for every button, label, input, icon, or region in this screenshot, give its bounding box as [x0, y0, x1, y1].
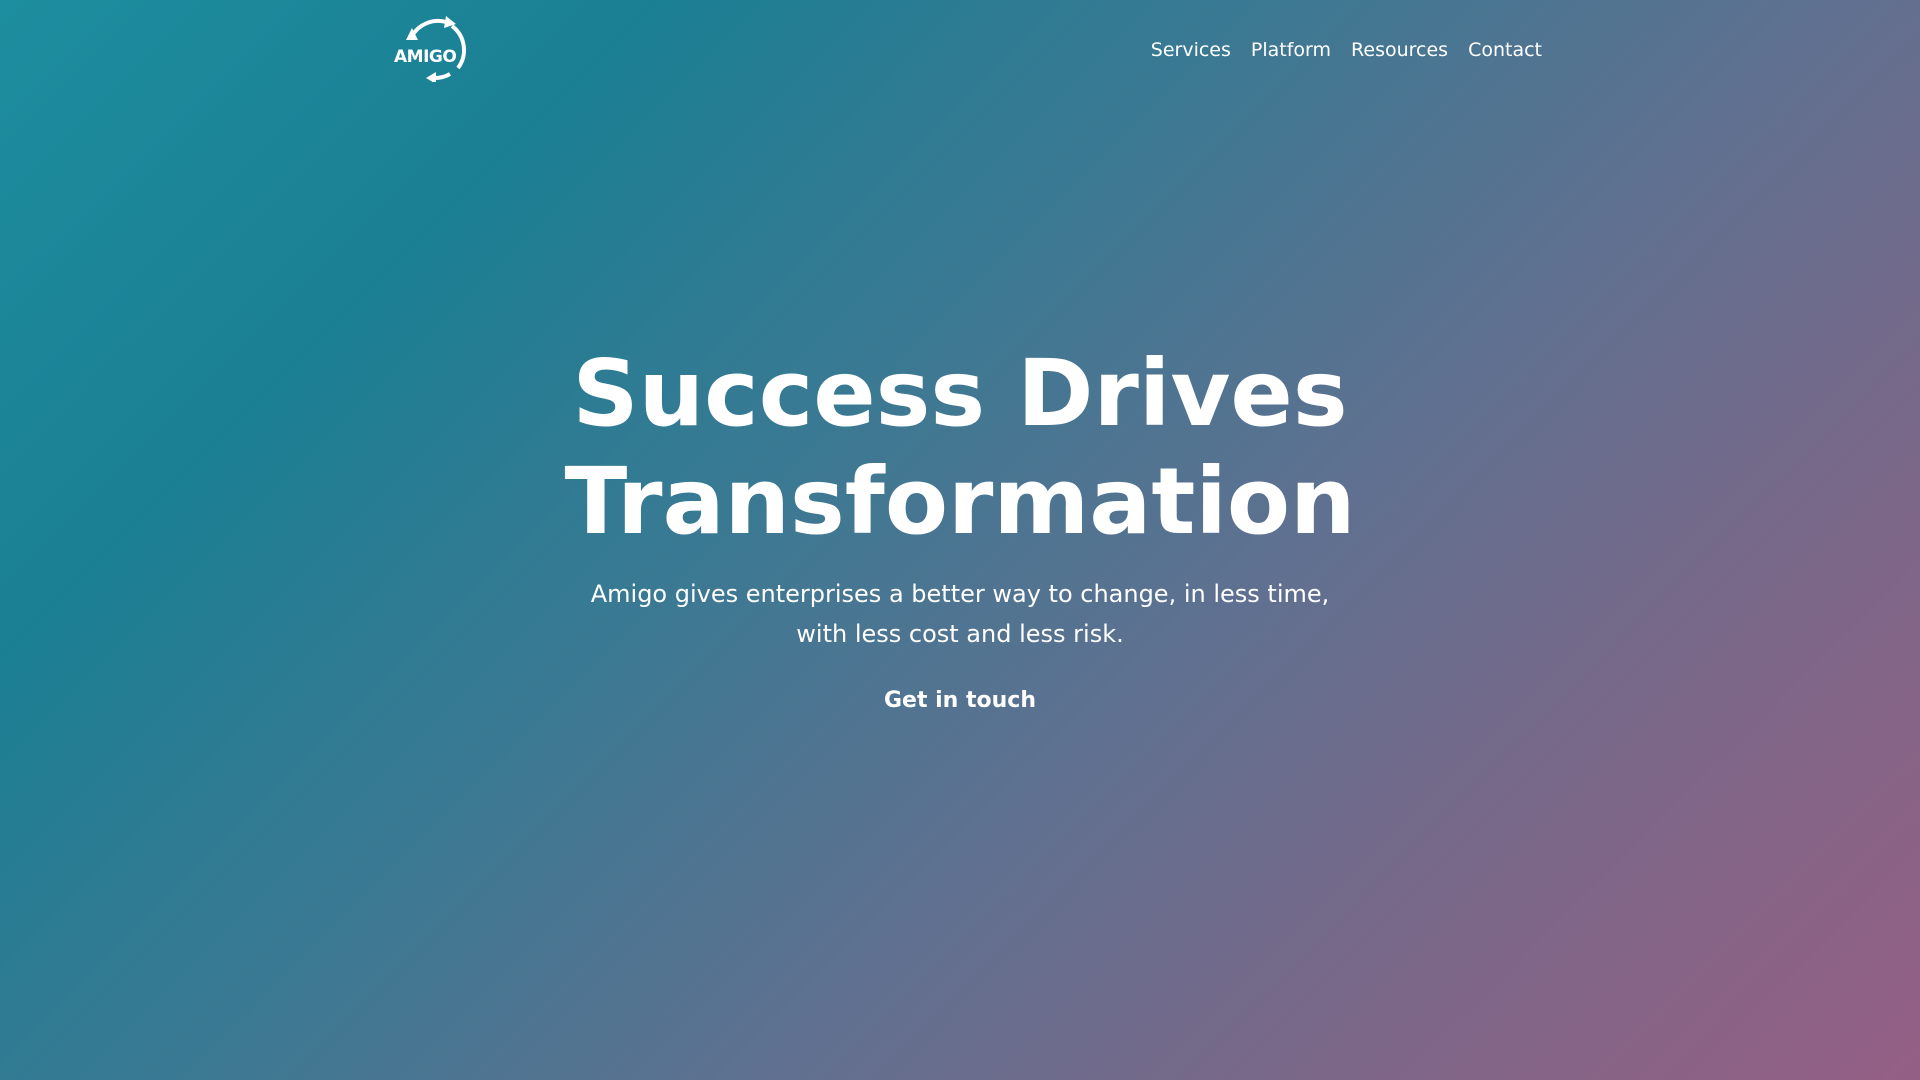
amigo-logo[interactable]: AMIGO: [390, 14, 470, 82]
site-header: AMIGO Services Platform Resources Contac…: [0, 0, 1920, 100]
hero-subtitle-line-1: Amigo gives enterprises a better way to …: [590, 580, 1330, 608]
hero-subtitle: Amigo gives enterprises a better way to …: [580, 574, 1340, 654]
hero-title-line-1: Success Drives: [572, 340, 1348, 447]
main-nav: Services Platform Resources Contact: [1151, 38, 1542, 62]
get-in-touch-button[interactable]: Get in touch: [884, 688, 1036, 713]
nav-item-resources[interactable]: Resources: [1351, 38, 1448, 62]
logo-text: AMIGO: [394, 47, 457, 67]
hero-section: Success Drives Transformation Amigo give…: [0, 340, 1920, 713]
nav-item-services[interactable]: Services: [1151, 38, 1231, 62]
nav-item-platform[interactable]: Platform: [1251, 38, 1331, 62]
hero-title: Success Drives Transformation: [0, 340, 1920, 556]
hero-title-line-2: Transformation: [564, 448, 1356, 555]
hero-subtitle-line-2: with less cost and less risk.: [796, 620, 1124, 648]
nav-item-contact[interactable]: Contact: [1468, 38, 1542, 62]
